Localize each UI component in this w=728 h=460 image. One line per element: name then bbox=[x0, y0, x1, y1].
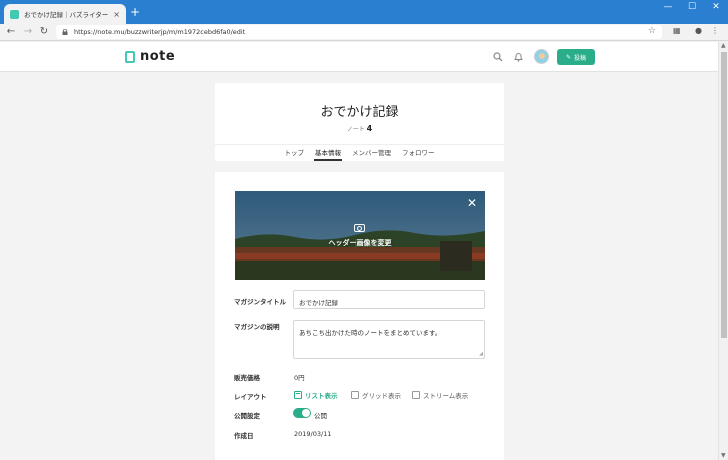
profile-icon[interactable]: ● bbox=[695, 26, 702, 35]
resize-handle-icon[interactable]: ◢ bbox=[479, 351, 483, 357]
layout-list-option[interactable]: リスト表示 bbox=[294, 390, 338, 400]
note-logo[interactable]: note bbox=[125, 49, 175, 64]
note-count: ノート 4 bbox=[215, 124, 504, 133]
visibility-toggle[interactable] bbox=[293, 408, 311, 418]
close-window-button[interactable]: ✕ bbox=[705, 2, 727, 12]
bookmark-star-icon[interactable]: ☆ bbox=[648, 26, 656, 36]
url-field[interactable]: https://note.mu/buzzwriterjp/m/m1972cebd… bbox=[56, 25, 662, 39]
visibility-label: 公開設定 bbox=[234, 412, 260, 420]
magazine-description-textarea[interactable]: あちこち出かけた時のノートをまとめています。 ◢ bbox=[293, 320, 485, 359]
close-icon[interactable]: ✕ bbox=[467, 196, 477, 210]
back-arrow-icon[interactable]: ← bbox=[4, 25, 18, 39]
scroll-down-icon[interactable]: ▼ bbox=[721, 452, 726, 459]
search-icon[interactable] bbox=[493, 52, 503, 62]
change-header-label[interactable]: ヘッダー画像を変更 bbox=[235, 238, 485, 248]
magazine-tabs: トップ 基本情報 メンバー管理 フォロワー bbox=[215, 145, 504, 161]
price-value: 0円 bbox=[294, 374, 305, 382]
logo-text: note bbox=[140, 49, 176, 64]
note-count-value: 4 bbox=[366, 124, 373, 133]
scroll-up-icon[interactable]: ▲ bbox=[721, 42, 726, 49]
extension-icon[interactable]: ▦ bbox=[673, 26, 681, 35]
maximize-button[interactable]: ☐ bbox=[681, 2, 703, 12]
magazine-title: おでかけ記録 bbox=[320, 105, 399, 120]
description-label: マガジンの説明 bbox=[234, 323, 280, 331]
price-label: 販売価格 bbox=[234, 374, 260, 382]
tab-followers[interactable]: フォロワー bbox=[401, 145, 436, 161]
post-button[interactable]: ✎ 投稿 bbox=[557, 49, 595, 65]
post-button-label: 投稿 bbox=[574, 54, 587, 62]
layout-grid-label: グリッド表示 bbox=[362, 392, 401, 400]
tab-basic-info[interactable]: 基本情報 bbox=[314, 145, 342, 161]
scroll-thumb[interactable] bbox=[721, 52, 727, 338]
description-text: あちこち出かけた時のノートをまとめています。 bbox=[299, 329, 442, 337]
tab-members[interactable]: メンバー管理 bbox=[351, 145, 392, 161]
stream-view-icon bbox=[412, 391, 420, 399]
reload-icon[interactable]: ↻ bbox=[37, 25, 51, 39]
note-favicon-icon bbox=[10, 9, 19, 19]
layout-stream-option[interactable]: ストリーム表示 bbox=[412, 390, 468, 400]
tab-title: おでかけ記録｜バズライター｜note bbox=[24, 11, 109, 19]
layout-grid-option[interactable]: グリッド表示 bbox=[351, 390, 401, 400]
magazine-title-input[interactable]: おでかけ記録 bbox=[293, 290, 485, 309]
header-photo bbox=[235, 191, 485, 280]
layout-label: レイアウト bbox=[234, 393, 267, 401]
title-label: マガジンタイトル bbox=[234, 298, 286, 306]
visibility-value: 公開 bbox=[314, 412, 327, 420]
tab-close-icon[interactable]: × bbox=[113, 10, 120, 19]
minimize-button[interactable]: — bbox=[657, 2, 679, 12]
title-bar: おでかけ記録｜バズライター｜note × + — ☐ ✕ bbox=[0, 0, 728, 24]
tab-top[interactable]: トップ bbox=[284, 145, 306, 161]
magazine-header-card: おでかけ記録 ノート 4 トップ 基本情報 メンバー管理 フォロワー bbox=[215, 83, 504, 161]
url-text: https://note.mu/buzzwriterjp/m/m1972cebd… bbox=[74, 28, 246, 36]
menu-dots-icon[interactable]: ⋮ bbox=[711, 26, 719, 35]
new-tab-icon[interactable]: + bbox=[130, 5, 140, 19]
created-date: 2019/03/11 bbox=[294, 430, 332, 438]
header-image[interactable]: ✕ ヘッダー画像を変更 bbox=[235, 191, 485, 280]
created-label: 作成日 bbox=[234, 432, 254, 440]
bell-icon[interactable] bbox=[514, 52, 523, 62]
browser-tab[interactable]: おでかけ記録｜バズライター｜note × bbox=[4, 4, 126, 24]
note-count-label: ノート bbox=[346, 126, 365, 133]
pencil-icon: ✎ bbox=[565, 53, 571, 61]
page-scrollbar[interactable]: ▲ ▼ bbox=[718, 42, 728, 460]
address-bar: ← → ↻ https://note.mu/buzzwriterjp/m/m19… bbox=[0, 24, 728, 41]
lock-icon bbox=[62, 29, 68, 35]
avatar[interactable] bbox=[534, 49, 549, 64]
camera-icon bbox=[354, 224, 365, 232]
site-header: note ✎ 投稿 bbox=[0, 42, 718, 72]
note-logo-icon bbox=[125, 50, 135, 63]
layout-stream-label: ストリーム表示 bbox=[423, 392, 469, 400]
list-view-icon bbox=[294, 391, 302, 399]
grid-view-icon bbox=[351, 391, 359, 399]
forward-arrow-icon[interactable]: → bbox=[21, 25, 35, 39]
layout-list-label: リスト表示 bbox=[305, 392, 338, 400]
magazine-edit-card: ✕ ヘッダー画像を変更 マガジンタイトル おでかけ記録 マガジンの説明 あちこち… bbox=[215, 172, 504, 460]
